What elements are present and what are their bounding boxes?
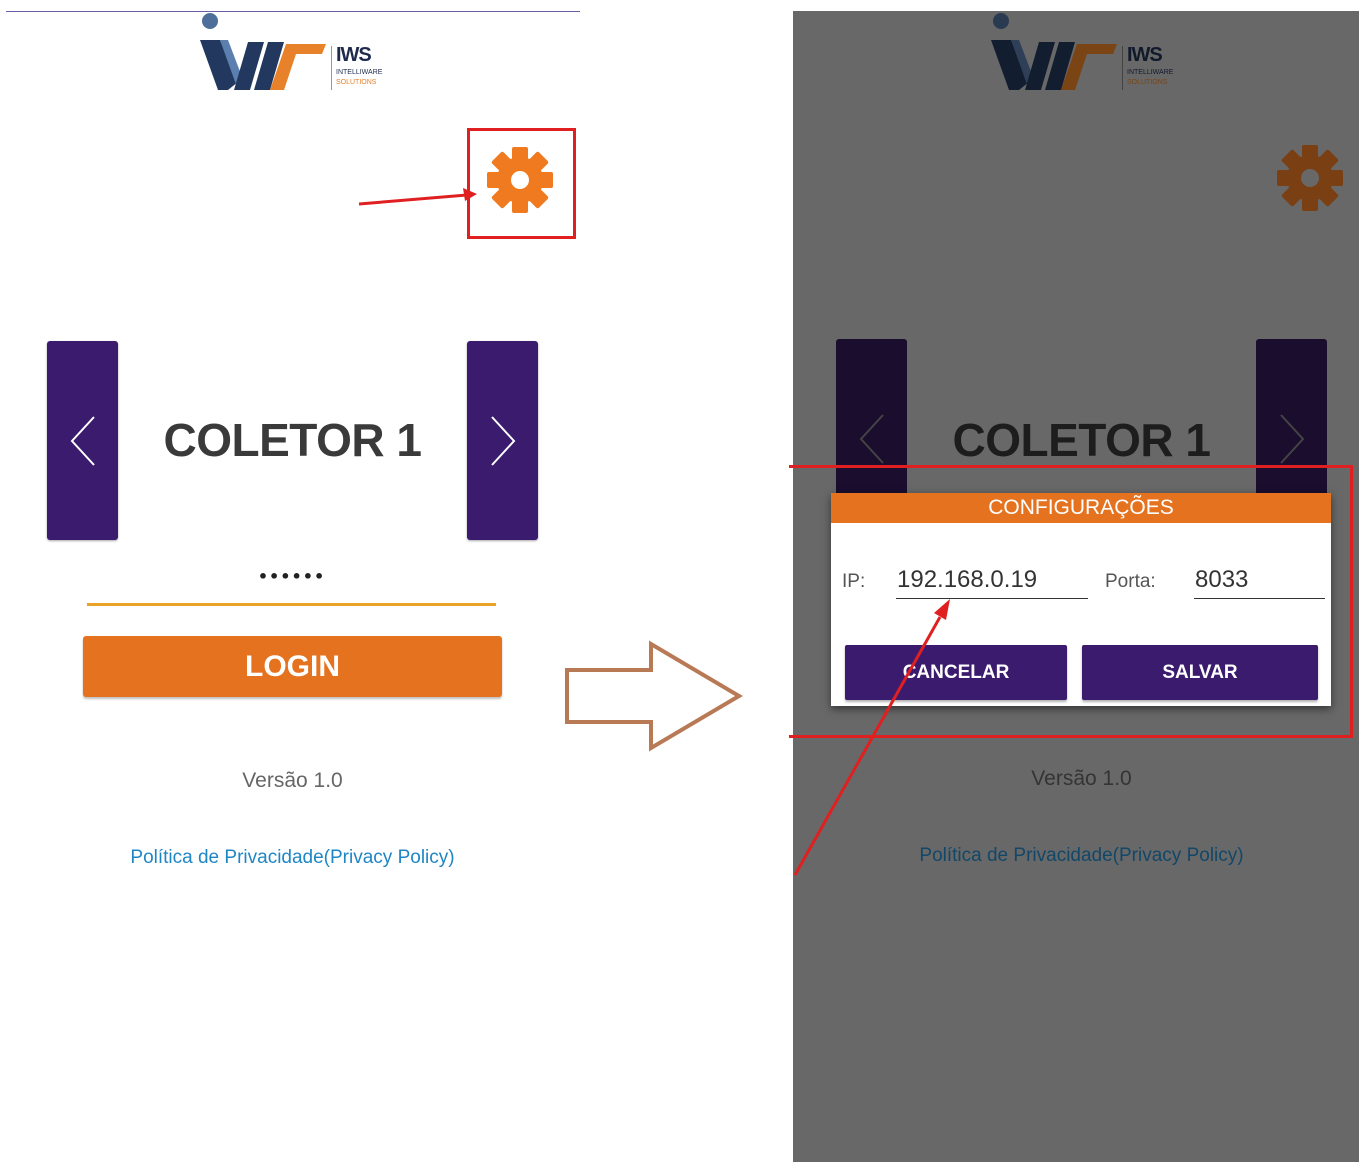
logo-name-dimmed: IWS	[1127, 44, 1163, 66]
chevron-right-icon	[490, 415, 515, 466]
iws-logo-mark-dimmed	[991, 13, 1117, 90]
collector-label: COLETOR 1	[163, 414, 422, 466]
logo-divider-dimmed	[1122, 46, 1123, 90]
port-input[interactable]: 8033	[1195, 566, 1248, 594]
save-button[interactable]: SALVAR	[1082, 645, 1318, 700]
chevron-right-icon	[1279, 413, 1304, 464]
dialog-title: CONFIGURAÇÕES	[831, 493, 1331, 523]
annotation-arrow-to-gear	[358, 188, 477, 206]
logo-subtitle-2-dimmed: SOLUTIONS	[1127, 79, 1168, 86]
logo-subtitle-2: SOLUTIONS	[336, 79, 377, 86]
settings-gear-dimmed	[1275, 143, 1345, 213]
logo-name: IWS	[336, 44, 372, 66]
iws-logo-dimmed: IWS INTELLIWARE SOLUTIONS	[989, 12, 1179, 98]
dialog-highlight-right	[1350, 465, 1353, 738]
annotation-arrow-to-ip	[793, 599, 950, 876]
next-collector-button[interactable]	[467, 341, 538, 540]
ip-input[interactable]: 192.168.0.19	[897, 566, 1037, 594]
iws-logo: IWS INTELLIWARE SOLUTIONS	[198, 12, 388, 98]
version-label: Versão 1.0	[242, 769, 343, 792]
gear-icon	[1277, 145, 1343, 211]
port-label: Porta:	[1105, 571, 1156, 592]
collector-label-dimmed: COLETOR 1	[952, 414, 1211, 466]
password-input[interactable]: ••••••	[87, 567, 496, 586]
password-underline	[87, 603, 496, 606]
privacy-policy-link[interactable]: Política de Privacidade(Privacy Policy)	[83, 847, 502, 869]
iws-logo-mark	[200, 13, 326, 90]
dialog-highlight-top	[789, 465, 1353, 468]
chevron-left-icon	[859, 413, 884, 464]
logo-subtitle: INTELLIWARE	[336, 69, 383, 76]
previous-collector-button[interactable]	[47, 341, 118, 540]
chevron-left-icon	[70, 415, 95, 466]
logo-divider	[331, 46, 332, 90]
logo-subtitle-dimmed: INTELLIWARE	[1127, 69, 1174, 76]
login-button[interactable]: LOGIN	[83, 636, 502, 697]
port-underline	[1194, 598, 1325, 599]
ip-label: IP:	[842, 571, 866, 592]
gear-highlight-box	[467, 128, 576, 239]
transition-arrow	[565, 640, 743, 752]
